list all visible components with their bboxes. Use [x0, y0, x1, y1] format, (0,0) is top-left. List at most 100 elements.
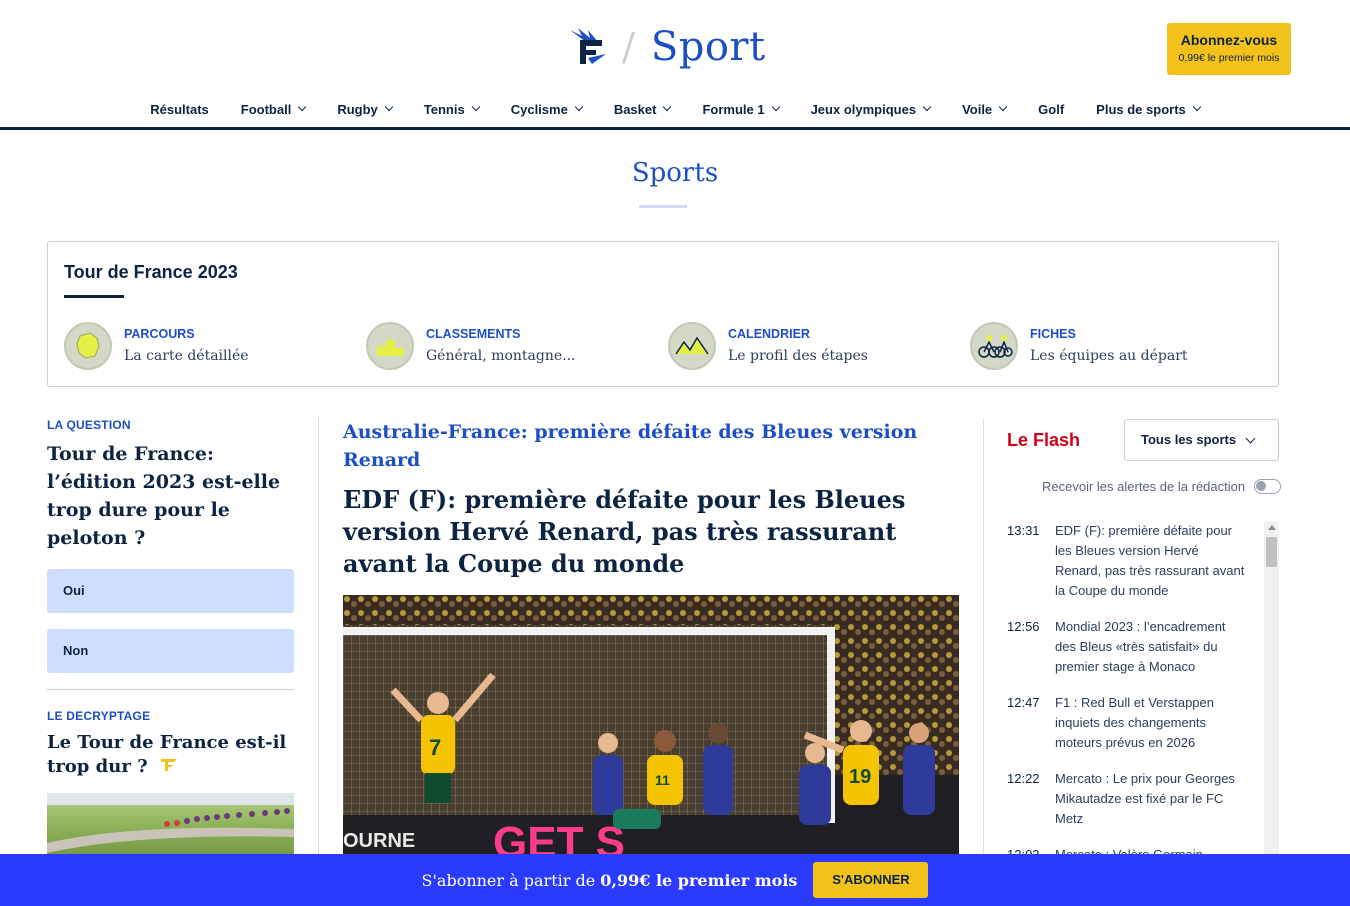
- flash-time: 12:56: [1007, 619, 1040, 634]
- tdf-link-classements[interactable]: CLASSEMENTS Général, montagne...: [366, 322, 576, 370]
- sport-filter-select[interactable]: Tous les sports: [1124, 419, 1279, 461]
- chevron-down-icon: [471, 102, 480, 112]
- scrollbar-thumb[interactable]: [1266, 537, 1277, 567]
- flash-item[interactable]: 13:31 EDF (F): première défaite pour les …: [1007, 521, 1257, 601]
- site-header: / Sport Abonnez-vous 0,99€ le premier mo…: [0, 0, 1350, 130]
- flash-text: Mercato : Le prix pour Georges Mikautadz…: [1055, 771, 1235, 826]
- subscribe-banner: S'abonner à partir de 0,99€ le premier m…: [0, 854, 1350, 906]
- column-divider: [318, 418, 319, 858]
- flash-item[interactable]: 12:56 Mondial 2023 : l’encadrement des Bl…: [1007, 617, 1257, 677]
- chevron-down-icon: [998, 102, 1008, 112]
- flash-list: 13:31 EDF (F): première défaite pour les …: [1007, 521, 1257, 854]
- chevron-down-icon: [1192, 102, 1201, 112]
- svg-text:19: 19: [849, 766, 871, 788]
- figaro-logo-icon: [568, 26, 610, 68]
- nav-item-label: Résultats: [150, 101, 209, 117]
- flash-time: 12:22: [1007, 771, 1040, 786]
- nav-item-rugby[interactable]: Rugby: [321, 96, 407, 122]
- podium-icon: [366, 322, 414, 370]
- left-divider: [47, 689, 294, 690]
- alerts-label: Recevoir les alertes de la rédaction: [1042, 479, 1246, 494]
- article-kicker[interactable]: Australie-France: première défaite des B…: [343, 418, 959, 474]
- flash-item[interactable]: 12:22 Mercato : Le prix pour Georges Mika…: [1007, 769, 1257, 829]
- chevron-down-icon: [663, 102, 672, 112]
- answer-no-button[interactable]: Non: [47, 629, 294, 673]
- section-title: Sport: [650, 24, 766, 70]
- left-column: LA QUESTION Tour de France: l’édition 20…: [47, 418, 294, 863]
- chevron-down-icon: [384, 102, 394, 112]
- mountain-profile-icon: [668, 322, 716, 370]
- nav-item-voile[interactable]: Voile: [946, 96, 1022, 122]
- decrypt-kicker: LE DECRYPTAGE: [47, 709, 151, 723]
- chevron-down-icon: [922, 102, 932, 112]
- nav-item-formule-1[interactable]: Formule 1: [686, 96, 794, 122]
- flash-time: 13:31: [1007, 523, 1040, 538]
- svg-text:11: 11: [655, 772, 670, 788]
- banner-subscribe-button[interactable]: S'ABONNER: [813, 862, 929, 898]
- tdf-link-parcours[interactable]: PARCOURS La carte détaillée: [64, 322, 249, 370]
- tdf-title: Tour de France 2023: [64, 262, 238, 282]
- chevron-down-icon: [771, 102, 780, 112]
- page-title-underline: [639, 205, 687, 208]
- nav-item-basket[interactable]: Basket: [598, 96, 687, 122]
- article-photo[interactable]: OURNE GET S 7 11 19: [343, 595, 959, 865]
- flash-text: EDF (F): première défaite pour les Bleue…: [1055, 523, 1245, 598]
- logo-divider: /: [622, 25, 635, 69]
- flash-scrollbar[interactable]: [1264, 521, 1279, 854]
- nav-item-label: Football: [240, 101, 292, 117]
- nav-divider: [0, 127, 1350, 130]
- tdf-title-underline: [64, 295, 124, 298]
- nav-item-label: Rugby: [337, 101, 378, 117]
- flash-time: 12:47: [1007, 695, 1040, 710]
- question-kicker: LA QUESTION: [47, 418, 131, 432]
- decrypt-title[interactable]: Le Tour de France est-il trop dur ?: [47, 731, 294, 779]
- flash-item[interactable]: 12:47 F1 : Red Bull et Verstappen inquiet…: [1007, 693, 1257, 753]
- chevron-down-icon: [298, 102, 307, 112]
- nav-item-jeux-olympiques[interactable]: Jeux olympiques: [795, 96, 946, 122]
- main-nav: Résultats Football Rugby Tennis Cyclisme Bask…: [0, 96, 1350, 122]
- tdf-link-calendrier[interactable]: CALENDRIER Le profil des étapes: [668, 322, 868, 370]
- alerts-toggle[interactable]: [1254, 479, 1282, 494]
- nav-item-label: Basket: [613, 101, 657, 117]
- nav-item-label: Voile: [962, 101, 993, 117]
- toggle-knob: [1256, 481, 1267, 491]
- chevron-down-icon: [1245, 433, 1256, 444]
- svg-text:OURNE: OURNE: [343, 830, 415, 852]
- question-title[interactable]: Tour de France: l’édition 2023 est-elle …: [47, 440, 294, 552]
- flash-time: 12:03: [1007, 845, 1055, 854]
- flash-item[interactable]: 12:03Mercato : Valère Germain quitte...: [1007, 845, 1257, 854]
- subscribe-button[interactable]: Abonnez-vous 0,99€ le premier mois: [1167, 23, 1291, 75]
- decrypt-image[interactable]: [47, 793, 294, 863]
- chevron-down-icon: [574, 102, 584, 112]
- nav-item-tennis[interactable]: Tennis: [408, 96, 495, 122]
- tdf-link-fiches[interactable]: FICHES Les équipes au départ: [970, 322, 1188, 370]
- nav-item-résultats[interactable]: Résultats: [134, 96, 225, 122]
- nav-item-label: Golf: [1038, 101, 1065, 117]
- flash-text: Mercato : Valère Germain quitte...: [1055, 845, 1245, 854]
- cyclists-icon: [970, 322, 1018, 370]
- premium-badge-icon: [160, 755, 178, 779]
- nav-item-label: Tennis: [423, 101, 465, 117]
- page-title: Sports: [631, 158, 719, 188]
- alerts-row: Recevoir les alertes de la rédaction: [1042, 479, 1282, 494]
- scroll-up-icon[interactable]: [1268, 525, 1276, 530]
- nav-item-label: Jeux olympiques: [810, 101, 917, 117]
- nav-item-cyclisme[interactable]: Cyclisme: [495, 96, 598, 122]
- nav-item-plus-de-sports[interactable]: Plus de sports: [1080, 96, 1216, 122]
- nav-item-label: Formule 1: [702, 101, 765, 117]
- article-title[interactable]: EDF (F): première défaite pour les Bleue…: [343, 484, 959, 580]
- answer-yes-button[interactable]: Oui: [47, 569, 294, 613]
- flash-text: F1 : Red Bull et Verstappen inquiets des…: [1055, 695, 1214, 750]
- nav-item-label: Cyclisme: [510, 101, 568, 117]
- column-divider: [983, 418, 984, 858]
- flash-title: Le Flash: [1007, 430, 1081, 450]
- svg-text:7: 7: [429, 735, 441, 760]
- main-article: Australie-France: première défaite des B…: [343, 418, 959, 865]
- france-map-icon: [64, 322, 112, 370]
- nav-item-football[interactable]: Football: [225, 96, 322, 122]
- site-logo[interactable]: / Sport: [568, 24, 766, 70]
- nav-item-label: Plus de sports: [1096, 101, 1186, 117]
- banner-text: S'abonner à partir de 0,99€ le premier m…: [421, 870, 798, 890]
- nav-item-golf[interactable]: Golf: [1022, 96, 1080, 122]
- tdf-module: Tour de France 2023 PARCOURS La carte dé…: [47, 241, 1279, 387]
